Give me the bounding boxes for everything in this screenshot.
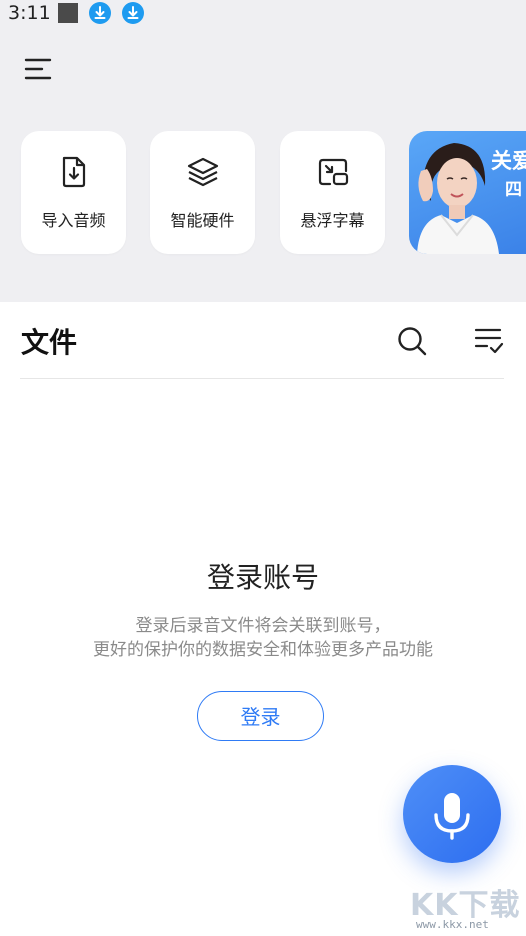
hamburger-menu-icon[interactable] bbox=[22, 52, 56, 86]
smart-hardware-label: 智能硬件 bbox=[170, 211, 235, 230]
files-title: 文件 bbox=[21, 326, 78, 359]
promo-text: 关爱 bbox=[491, 149, 526, 173]
status-bar: 3:11 bbox=[0, 0, 526, 26]
notification-square-icon bbox=[58, 3, 78, 23]
record-button[interactable] bbox=[403, 765, 501, 863]
import-audio-label: 导入音频 bbox=[41, 211, 106, 230]
watermark: KK下载 www.kkx.net bbox=[410, 880, 526, 936]
import-audio-file-icon bbox=[57, 155, 91, 189]
multi-select-list-icon[interactable] bbox=[470, 322, 506, 358]
download-icon bbox=[122, 2, 144, 24]
login-button[interactable]: 登录 bbox=[197, 691, 324, 741]
floating-subtitle-label: 悬浮字幕 bbox=[300, 211, 365, 230]
status-time: 3:11 bbox=[8, 2, 51, 24]
login-account-title: 登录账号 bbox=[206, 561, 319, 594]
divider bbox=[20, 378, 504, 379]
watermark-url: www.kkx.net bbox=[416, 918, 489, 931]
download-icon bbox=[89, 2, 111, 24]
promo-banner[interactable]: 关爱 四 bbox=[409, 131, 526, 254]
layers-icon bbox=[186, 155, 220, 189]
search-icon[interactable] bbox=[395, 324, 429, 358]
import-audio-button[interactable]: 导入音频 bbox=[21, 131, 126, 254]
login-description: 登录后录音文件将会关联到账号， 更好的保护你的数据安全和体验更多产品功能 bbox=[0, 614, 526, 662]
microphone-icon bbox=[434, 793, 470, 840]
login-description-line-1: 登录后录音文件将会关联到账号， bbox=[135, 616, 391, 636]
smart-hardware-button[interactable]: 智能硬件 bbox=[150, 131, 255, 254]
login-description-line-2: 更好的保护你的数据安全和体验更多产品功能 bbox=[93, 640, 433, 660]
floating-subtitle-button[interactable]: 悬浮字幕 bbox=[280, 131, 385, 254]
floating-window-icon bbox=[316, 155, 350, 189]
promo-sub-text: 四 bbox=[505, 180, 522, 200]
